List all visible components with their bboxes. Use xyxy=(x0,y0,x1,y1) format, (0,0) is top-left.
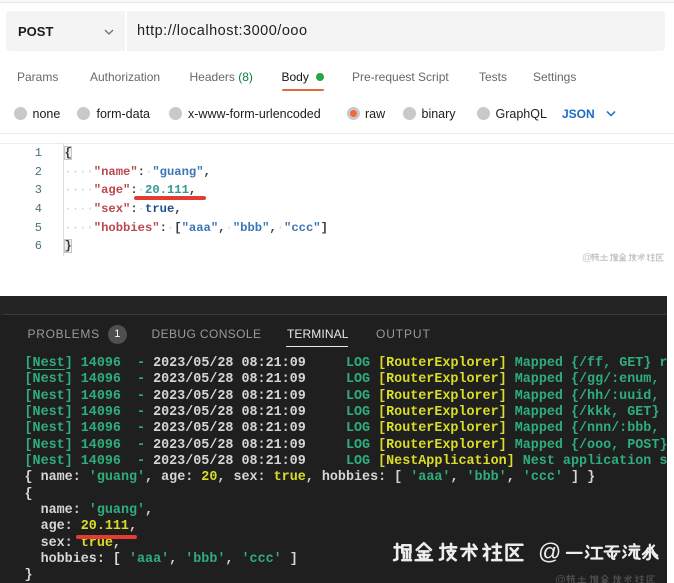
svg-text:@: @ xyxy=(538,541,561,565)
svg-text:@: @ xyxy=(582,253,592,264)
svg-text:@: @ xyxy=(555,574,566,583)
